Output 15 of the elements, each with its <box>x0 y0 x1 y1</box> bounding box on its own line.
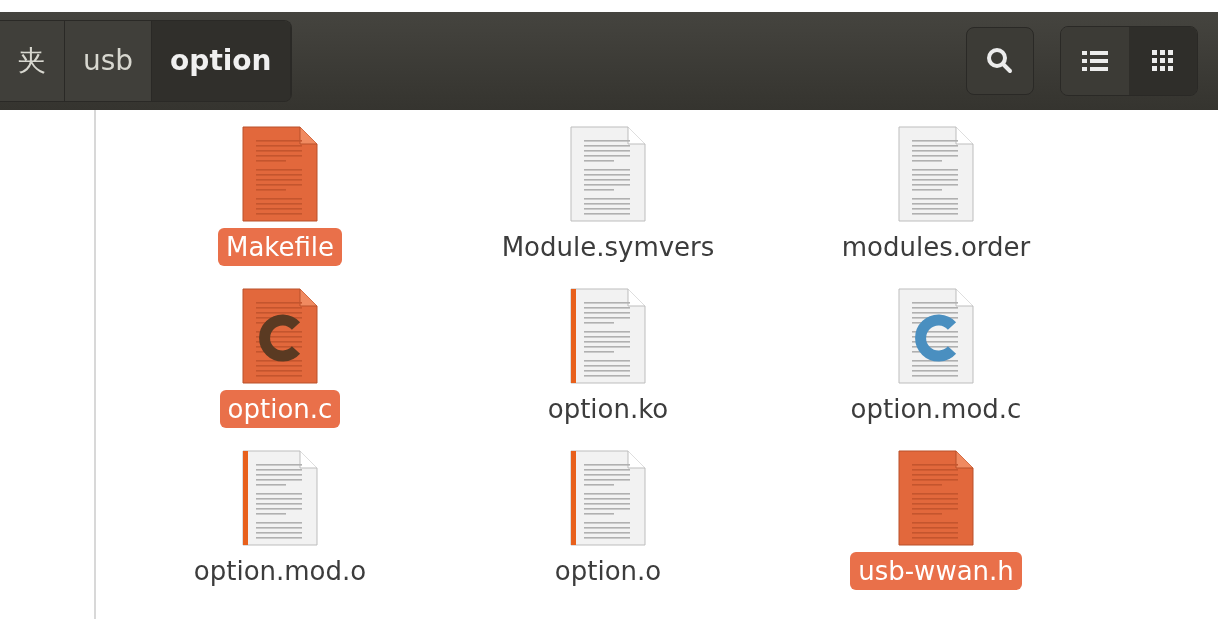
grid-icon <box>1152 50 1174 72</box>
grid-view-button[interactable] <box>1129 27 1197 95</box>
file-name[interactable]: option.mod.o <box>185 552 375 590</box>
file-name[interactable]: modules.order <box>833 228 1039 266</box>
file-name[interactable]: option.mod.c <box>842 390 1030 428</box>
breadcrumb-button[interactable]: option <box>152 21 291 101</box>
search-icon <box>986 47 1014 75</box>
file-name[interactable]: option.o <box>546 552 670 590</box>
breadcrumb-button[interactable]: usb <box>65 21 153 101</box>
breadcrumb-button[interactable]: 夹 <box>0 21 65 101</box>
search-button[interactable] <box>966 27 1034 95</box>
list-icon <box>1082 51 1108 71</box>
file-name[interactable]: option.ko <box>539 390 677 428</box>
file-name[interactable]: Module.symvers <box>493 228 723 266</box>
list-view-button[interactable] <box>1061 27 1129 95</box>
